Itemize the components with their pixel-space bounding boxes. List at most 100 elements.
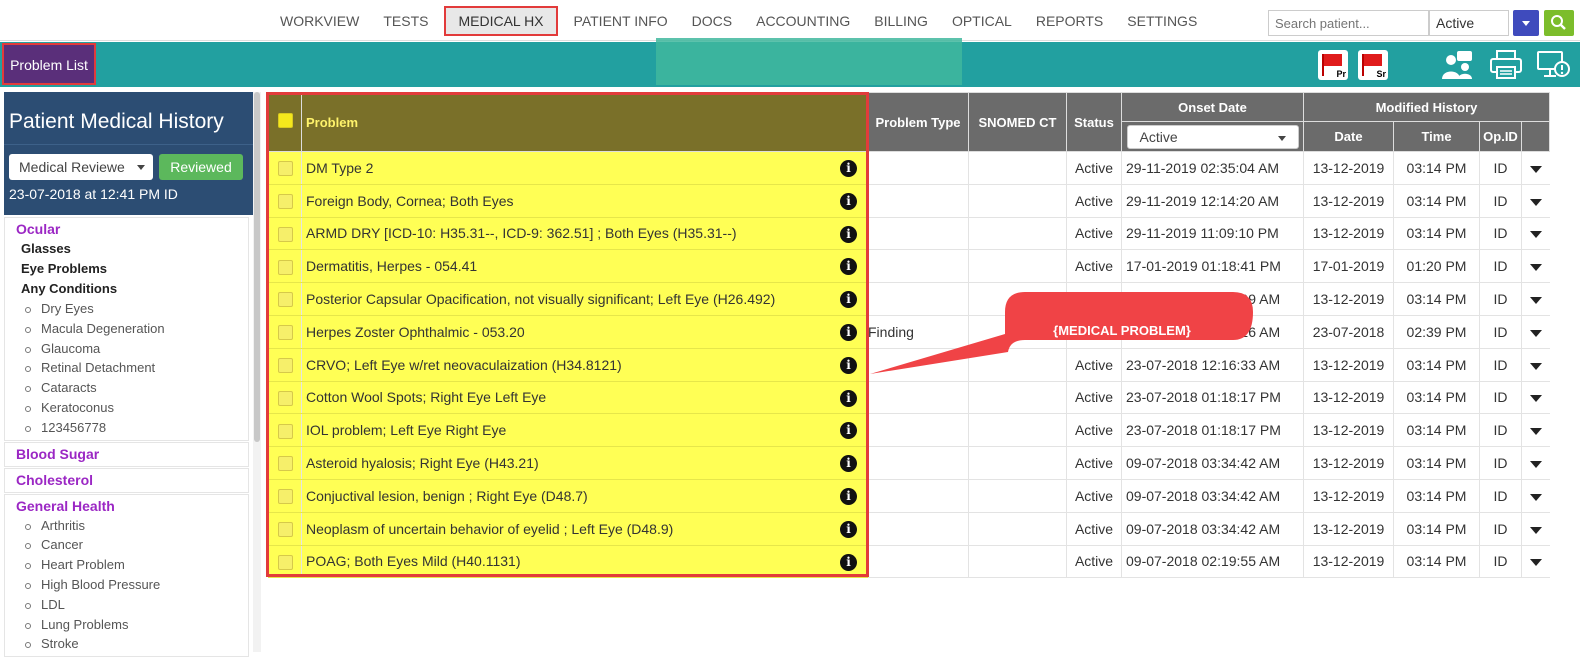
info-icon[interactable]: i xyxy=(840,422,857,440)
table-row[interactable]: Foreign Body, Cornea; Both Eyes i Active 29… xyxy=(268,184,1550,218)
caret-down-icon[interactable] xyxy=(1529,362,1542,370)
caret-down-icon[interactable] xyxy=(1529,428,1542,436)
sidebar-item[interactable]: Glaucoma xyxy=(16,339,248,359)
table-row[interactable]: Conjuctival lesion, benign ; Right Eye (… xyxy=(268,479,1550,513)
row-menu-cell[interactable] xyxy=(1521,413,1550,448)
info-icon[interactable]: i xyxy=(840,192,857,210)
sidebar-subheading[interactable]: Any Conditions xyxy=(16,279,248,299)
row-checkbox[interactable] xyxy=(277,292,293,308)
sidebar-item[interactable]: Lung Problems xyxy=(16,615,248,635)
nav-docs[interactable]: DOCS xyxy=(680,6,744,36)
sidebar-item[interactable]: Retinal Detachment xyxy=(16,358,248,378)
row-checkbox[interactable] xyxy=(277,456,293,472)
caret-down-icon[interactable] xyxy=(1529,231,1542,239)
problem-cell[interactable]: Foreign Body, Cornea; Both Eyes i xyxy=(301,184,868,218)
sidebar-item[interactable]: Cataracts xyxy=(16,378,248,398)
sidebar-item[interactable]: Arthritis xyxy=(16,516,248,536)
row-menu-cell[interactable] xyxy=(1521,151,1550,185)
sidebar-section-title[interactable]: General Health xyxy=(16,497,248,516)
row-checkbox[interactable] xyxy=(277,423,293,439)
nav-medical-hx[interactable]: MEDICAL HX xyxy=(444,5,558,36)
printer-icon[interactable] xyxy=(1488,47,1524,83)
header-date[interactable]: Date xyxy=(1303,121,1394,152)
row-checkbox[interactable] xyxy=(277,325,293,341)
flag-sr-button[interactable]: Sr xyxy=(1358,50,1388,80)
sidebar-item[interactable]: Keratoconus xyxy=(16,398,248,418)
sidebar-item[interactable]: Cancer xyxy=(16,535,248,555)
row-menu-cell[interactable] xyxy=(1521,217,1550,251)
problem-cell[interactable]: Posterior Capsular Opacification, not vi… xyxy=(301,282,868,316)
row-checkbox[interactable] xyxy=(277,489,293,505)
row-menu-cell[interactable] xyxy=(1521,348,1550,382)
sidebar-section-title[interactable]: Cholesterol xyxy=(16,471,248,490)
row-menu-cell[interactable] xyxy=(1521,512,1550,546)
row-checkbox[interactable] xyxy=(277,390,293,406)
header-status[interactable]: Status xyxy=(1066,92,1122,152)
nav-settings[interactable]: SETTINGS xyxy=(1115,6,1209,36)
select-all-checkbox[interactable] xyxy=(277,113,293,128)
header-opid[interactable]: Op.ID xyxy=(1479,121,1522,152)
info-icon[interactable]: i xyxy=(840,389,857,407)
search-patient-input[interactable] xyxy=(1268,10,1429,36)
info-icon[interactable]: i xyxy=(840,323,857,341)
row-checkbox[interactable] xyxy=(277,226,293,242)
sidebar-section-title[interactable]: Ocular xyxy=(16,220,248,239)
problem-cell[interactable]: Dermatitis, Herpes - 054.41 i xyxy=(301,249,868,284)
reviewed-button[interactable]: Reviewed xyxy=(159,154,243,180)
nav-optical[interactable]: OPTICAL xyxy=(940,6,1024,36)
row-menu-cell[interactable] xyxy=(1521,249,1550,284)
table-row[interactable]: Herpes Zoster Ophthalmic - 053.20 i Findin… xyxy=(268,315,1550,349)
medical-review-dropdown[interactable]: Medical Reviewe xyxy=(9,154,153,180)
header-problem-type[interactable]: Problem Type xyxy=(867,92,969,152)
info-icon[interactable]: i xyxy=(840,356,857,374)
problem-cell[interactable]: POAG; Both Eyes Mild (H40.1131) i xyxy=(301,545,868,579)
table-row[interactable]: Neoplasm of uncertain behavior of eyelid… xyxy=(268,512,1550,546)
caret-down-icon[interactable] xyxy=(1529,264,1542,272)
table-row[interactable]: ARMD DRY [ICD-10: H35.31--, ICD-9: 362.5… xyxy=(268,217,1550,251)
table-row[interactable]: CRVO; Left Eye w/ret neovaculaization (H… xyxy=(268,348,1550,382)
header-problem[interactable]: Problem xyxy=(301,92,868,152)
sidebar-item[interactable]: 123456778 xyxy=(16,418,248,438)
monitor-alert-icon[interactable] xyxy=(1536,47,1572,83)
sidebar-item[interactable]: LDL xyxy=(16,595,248,615)
header-onset-date[interactable]: Onset Date xyxy=(1121,92,1304,122)
problem-cell[interactable]: DM Type 2 i xyxy=(301,151,868,185)
info-icon[interactable]: i xyxy=(840,520,857,538)
sidebar-item[interactable]: Macula Degeneration xyxy=(16,319,248,339)
sidebar-subheading[interactable]: Eye Problems xyxy=(16,259,248,279)
row-menu-cell[interactable] xyxy=(1521,479,1550,513)
row-menu-cell[interactable] xyxy=(1521,184,1550,218)
row-checkbox[interactable] xyxy=(277,194,293,210)
info-icon[interactable]: i xyxy=(840,291,857,309)
onset-filter-select[interactable]: Active xyxy=(1126,124,1299,149)
nav-tests[interactable]: TESTS xyxy=(371,6,440,36)
problem-cell[interactable]: IOL problem; Left Eye Right Eye i xyxy=(301,413,868,448)
caret-down-icon[interactable] xyxy=(1529,329,1542,337)
row-checkbox[interactable] xyxy=(277,161,293,177)
table-row[interactable]: DM Type 2 i Active 29-11-2019 02:35:04 AM 13… xyxy=(268,151,1550,185)
caret-down-icon[interactable] xyxy=(1529,165,1542,173)
header-snomed[interactable]: SNOMED CT xyxy=(968,92,1067,152)
row-menu-cell[interactable] xyxy=(1521,282,1550,316)
row-checkbox[interactable] xyxy=(277,259,293,275)
info-icon[interactable]: i xyxy=(840,225,857,243)
sidebar-item[interactable]: Heart Problem xyxy=(16,555,248,575)
info-icon[interactable]: i xyxy=(840,160,857,177)
row-checkbox[interactable] xyxy=(277,358,293,374)
nav-reports[interactable]: REPORTS xyxy=(1024,6,1115,36)
table-row[interactable]: Asteroid hyalosis; Right Eye (H43.21) i Ac… xyxy=(268,446,1550,480)
problem-cell[interactable]: Neoplasm of uncertain behavior of eyelid… xyxy=(301,512,868,546)
table-row[interactable]: IOL problem; Left Eye Right Eye i Active 23… xyxy=(268,413,1550,448)
status-dropdown-button[interactable] xyxy=(1513,10,1539,36)
problem-cell[interactable]: Conjuctival lesion, benign ; Right Eye (… xyxy=(301,479,868,513)
nav-accounting[interactable]: ACCOUNTING xyxy=(744,6,862,36)
nav-patient-info[interactable]: PATIENT INFO xyxy=(562,6,680,36)
info-icon[interactable]: i xyxy=(840,487,857,505)
row-menu-cell[interactable] xyxy=(1521,315,1550,349)
nav-billing[interactable]: BILLING xyxy=(862,6,940,36)
row-menu-cell[interactable] xyxy=(1521,381,1550,415)
nav-workview[interactable]: WORKVIEW xyxy=(268,6,371,36)
table-row[interactable]: Posterior Capsular Opacification, not vi… xyxy=(268,282,1550,316)
caret-down-icon[interactable] xyxy=(1529,493,1542,501)
problem-list-button[interactable]: Problem List xyxy=(2,43,96,85)
